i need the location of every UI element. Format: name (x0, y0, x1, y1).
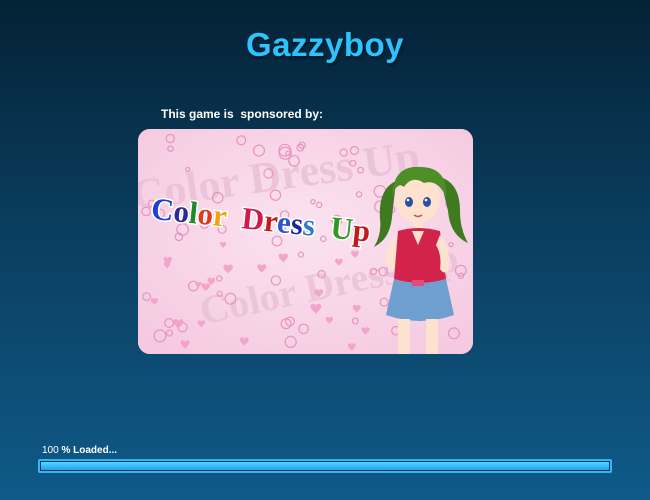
loading-progress-bar (38, 459, 612, 473)
loading-label: % Loaded... (61, 445, 118, 456)
loading-percent: 100 (42, 445, 59, 456)
sponsor-banner[interactable]: Color Dress Up Color Dress Up Color Dres… (138, 129, 473, 354)
sponsor-banner-art: Color Dress Up Color Dress Up Color Dres… (138, 129, 473, 354)
sponsor-label: This game is sponsored by: (161, 107, 324, 121)
site-title: Gazzyboy (245, 26, 405, 63)
loading-status: 100 % Loaded... (42, 445, 117, 456)
loading-progress-fill (41, 462, 609, 470)
